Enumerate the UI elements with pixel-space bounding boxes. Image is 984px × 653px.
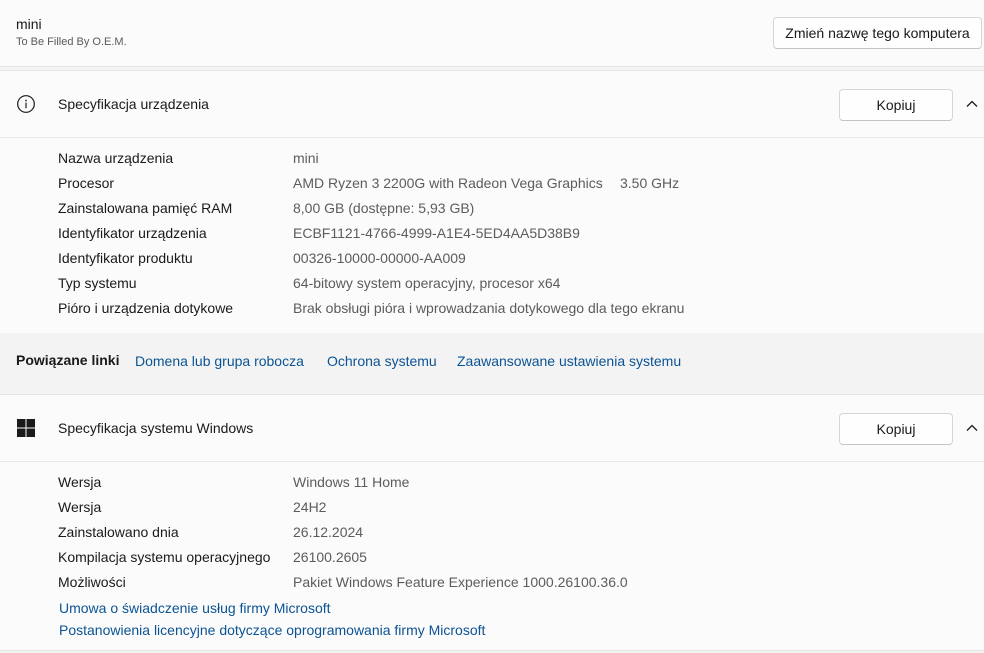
spec-value: mini [293,150,319,166]
spec-value: 26100.2605 [293,549,367,565]
spec-label: Kompilacja systemu operacyjnego [58,549,271,565]
related-links-bar: Powiązane linki Domena lub grupa robocza… [0,333,984,389]
spec-label: Procesor [58,175,115,191]
spec-value-extra: 3.50 GHz [620,175,680,191]
spec-value: Pakiet Windows Feature Experience 1000.2… [293,574,628,590]
spec-label: Zainstalowana pamięć RAM [58,200,233,216]
chevron-up-icon[interactable] [963,95,981,113]
device-header: mini To Be Filled By O.E.M. Zmień nazwę … [0,0,984,67]
spec-label: Nazwa urządzenia [58,150,174,166]
spec-label: Możliwości [58,574,126,590]
windows-spec-title: Specyfikacja systemu Windows [58,420,254,436]
spec-value: ECBF1121-4766-4999-A1E4-5ED4AA5D38B9 [293,225,580,241]
spec-value: 24H2 [293,499,327,515]
spec-label: Pióro i urządzenia dotykowe [58,300,234,316]
spec-value: 00326-10000-00000-AA009 [293,250,466,266]
spec-label: Typ systemu [58,275,137,291]
spec-label: Identyfikator produktu [58,250,193,266]
spec-label: Identyfikator urządzenia [58,225,207,241]
rename-pc-button[interactable]: Zmień nazwę tego komputera [773,17,982,49]
link-advanced-system-settings[interactable]: Zaawansowane ustawienia systemu [457,353,681,369]
spec-label: Zainstalowano dnia [58,524,179,540]
link-domain-workgroup[interactable]: Domena lub grupa robocza [135,353,304,369]
link-microsoft-license-terms[interactable]: Postanowienia licencyjne dotyczące oprog… [59,622,485,638]
spec-value: 26.12.2024 [293,524,364,540]
chevron-up-icon[interactable] [963,419,981,437]
info-icon [17,95,35,113]
device-name: mini [16,16,42,32]
windows-logo-icon [17,419,35,437]
device-spec-header[interactable]: Specyfikacja urządzenia Kopiuj [0,71,984,138]
copy-device-spec-button[interactable]: Kopiuj [839,89,953,121]
spec-label: Wersja [58,499,102,515]
related-links-title: Powiązane linki [16,352,120,368]
spec-value: 8,00 GB (dostępne: 5,93 GB) [293,200,475,216]
link-microsoft-services-agreement[interactable]: Umowa o świadczenie usług firmy Microsof… [59,600,331,616]
windows-spec-header[interactable]: Specyfikacja systemu Windows Kopiuj [0,395,984,462]
spec-value: Brak obsługi pióra i wprowadzania dotyko… [293,300,685,316]
spec-value: AMD Ryzen 3 2200G with Radeon Vega Graph… [293,175,603,191]
windows-spec-card: Specyfikacja systemu Windows Kopiuj Wers… [0,394,984,651]
device-spec-card: Specyfikacja urządzenia Kopiuj Nazwa urz… [0,70,984,334]
spec-label: Wersja [58,474,102,490]
spec-value: Windows 11 Home [293,474,410,490]
spec-value: 64-bitowy system operacyjny, procesor x6… [293,275,561,291]
device-manufacturer: To Be Filled By O.E.M. [16,36,127,48]
link-system-protection[interactable]: Ochrona systemu [327,353,437,369]
device-spec-title: Specyfikacja urządzenia [58,96,209,112]
copy-windows-spec-button[interactable]: Kopiuj [839,413,953,445]
